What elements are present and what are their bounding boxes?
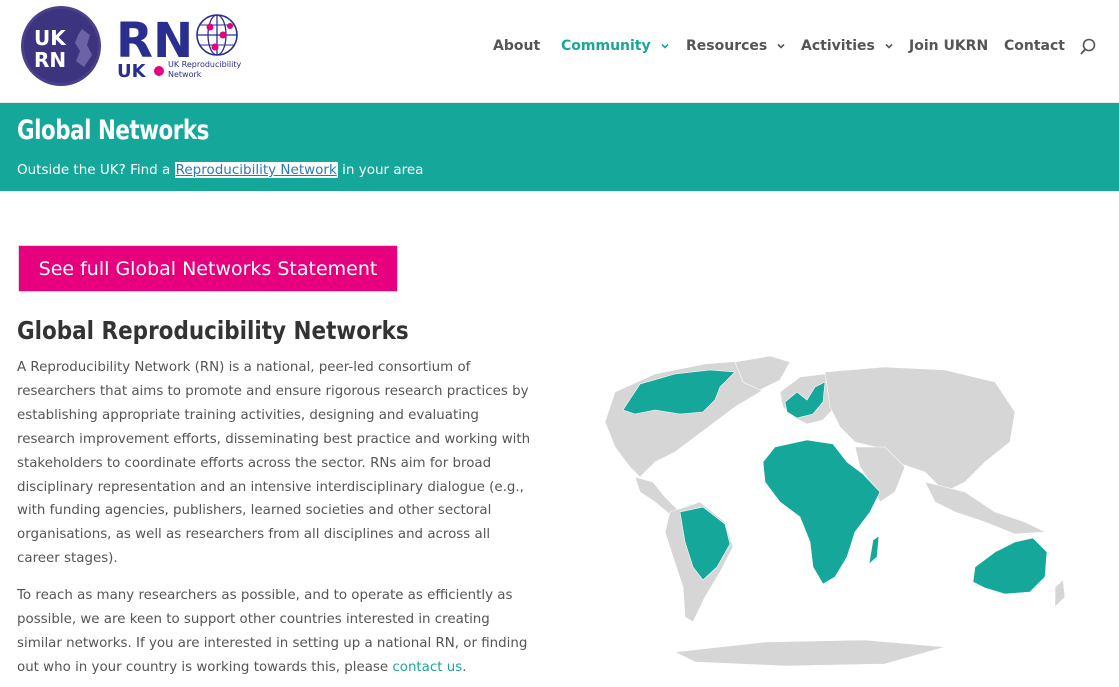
intro-paragraph: A Reproducibility Network (RN) is a nati… [17,360,531,567]
nav-activities[interactable]: Activities [801,38,895,54]
page-title: Global Networks [17,115,209,146]
nav-community[interactable]: Community [561,38,671,54]
search-icon[interactable] [1078,37,1098,57]
nav-join-label: Join UKRN [909,38,989,54]
nav-join[interactable]: Join UKRN [909,38,988,54]
global-networks-statement-button[interactable]: See full Global Networks Statement [18,245,398,292]
banner-subtitle: Outside the UK? Find a Reproducibility N… [17,162,423,178]
nav-resources[interactable]: Resources [686,38,787,54]
chevron-down-icon [885,43,893,49]
nav-about-label: About [493,38,541,54]
nav-about[interactable]: About [493,38,540,54]
section-heading: Global Reproducibility Networks [17,316,409,345]
logo-tagline-1: UK Reproducibility [168,60,242,69]
nav-contact[interactable]: Contact [1004,38,1065,54]
chevron-down-icon [777,43,785,49]
page-banner: Global Networks Outside the UK? Find a R… [0,103,1119,191]
map-new-zealand [1054,579,1066,608]
nav-contact-label: Contact [1004,38,1065,54]
banner-subtitle-text: Outside the UK? Find a [17,162,175,178]
nav-community-label: Community [561,38,651,54]
map-antarctica [673,639,946,667]
reproducibility-network-link[interactable]: Reproducibility Network [174,162,338,178]
nav-resources-label: Resources [686,38,768,54]
nav-activities-label: Activities [801,38,875,54]
banner-subtitle-text-end: in your area [337,162,424,178]
world-map [604,355,1066,667]
map-australia [972,537,1048,595]
main-nav: About Community Resources Activities Joi… [0,38,1119,58]
chevron-down-icon [661,43,669,49]
site-header: UK RN RN UK UK Reproducibility Network A… [0,0,1119,102]
support-paragraph: To reach as many researchers as possible… [17,584,533,680]
contact-us-link[interactable]: contact us [392,660,462,675]
map-madagascar [868,535,880,565]
logo-uk: UK [117,61,147,82]
map-se-asia [924,481,1047,535]
logo-tagline-2: Network [168,70,202,79]
support-paragraph-end: . [462,659,467,675]
